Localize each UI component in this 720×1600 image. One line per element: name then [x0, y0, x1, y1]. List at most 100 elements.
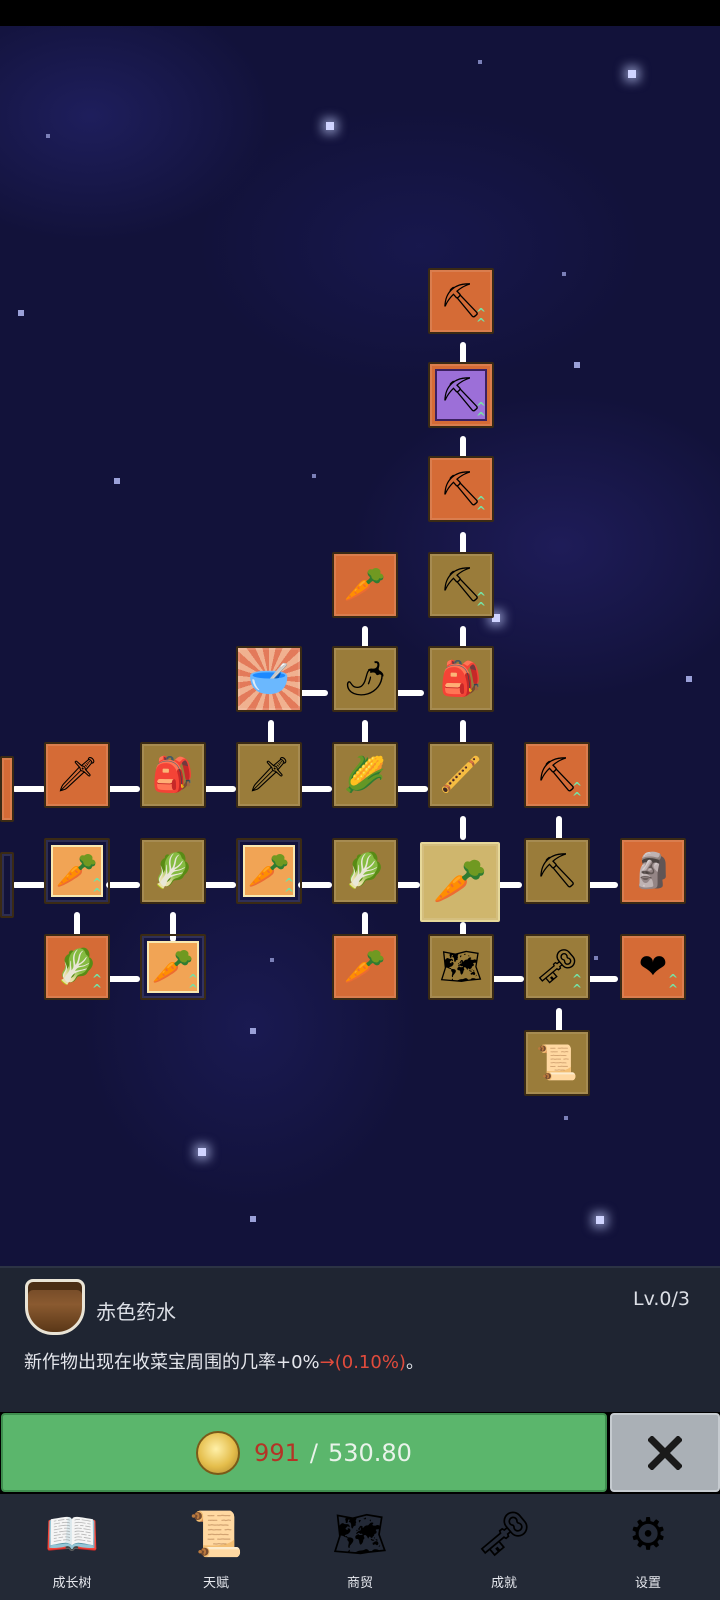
- corn-node[interactable]: 🌽: [332, 742, 398, 808]
- skill-tree-canvas[interactable]: ⛏ ^ ^ ⛏ ^ ^ ⛏ ^ ^ ⛏ ^ ^ 🥕 🥣 🌶 🎒 🗡 🎒 🗡 🌽 🪈 ⛏ ^ ^ 🥕 ^…: [0, 26, 720, 1266]
- sword-node-2[interactable]: 🗡: [236, 742, 302, 808]
- star: [596, 1216, 604, 1224]
- tree-connector: [394, 786, 428, 792]
- star: [312, 474, 316, 478]
- status-bar: [0, 0, 720, 26]
- pickaxe-node-2[interactable]: ⛏: [524, 838, 590, 904]
- shovel-node-1[interactable]: ⛏ ^ ^: [428, 268, 494, 334]
- tree-connector: [586, 976, 618, 982]
- nav-label: 成长树: [52, 1576, 92, 1591]
- backpack-icon: 🎒: [151, 755, 195, 795]
- star: [270, 958, 274, 962]
- radish-node[interactable]: 🥕: [332, 552, 398, 618]
- sword-icon: 🗡: [247, 755, 291, 795]
- upgrade-arrow-icon: ^ ^: [571, 972, 582, 996]
- parsnip-node[interactable]: 🥕: [332, 934, 398, 1000]
- star: [326, 122, 334, 130]
- nav-item-2[interactable]: 🗺 商贸: [300, 1494, 420, 1600]
- map-icon: 🗺: [439, 947, 483, 987]
- star: [594, 956, 598, 960]
- statue-icon: 🗿: [631, 851, 675, 891]
- map-node[interactable]: 🗺: [428, 934, 494, 1000]
- star: [478, 60, 482, 64]
- tree-connector: [460, 816, 466, 840]
- key-icon: 🗝: [476, 1509, 532, 1560]
- scroll-icon: 📜: [188, 1509, 244, 1560]
- pickaxe-icon: ⛏: [535, 851, 579, 891]
- backpack-node-2[interactable]: 🎒: [140, 742, 206, 808]
- nav-item-0[interactable]: 📖 成长树: [12, 1494, 132, 1600]
- cabbage-icon: 🥬: [343, 851, 387, 891]
- nav-label: 天赋: [202, 1576, 229, 1591]
- scroll-node[interactable]: 📜: [524, 1030, 590, 1096]
- tree-connector: [298, 882, 332, 888]
- sword-node-1[interactable]: 🗡: [44, 742, 110, 808]
- upgrade-arrow-icon: ^ ^: [475, 590, 486, 614]
- close-button[interactable]: [610, 1413, 720, 1492]
- tree-connector: [298, 786, 332, 792]
- tree-connector: [202, 786, 236, 792]
- backpack-icon: 🎒: [439, 659, 483, 699]
- coins-owned: 991: [254, 1438, 300, 1467]
- carrot-node-2[interactable]: 🥕 ^ ^: [236, 838, 302, 904]
- upgrade-arrow-icon: ^ ^: [91, 972, 102, 996]
- skill-name: 赤色药水: [96, 1300, 176, 1324]
- backpack-node-1[interactable]: 🎒: [428, 646, 494, 712]
- carrot-node-3[interactable]: 🥕 ^ ^: [140, 934, 206, 1000]
- star: [198, 1148, 206, 1156]
- upgrade-arrow-icon: ^ ^: [571, 780, 582, 804]
- parsnip-icon: 🥕: [343, 947, 387, 987]
- coin-icon: [196, 1430, 241, 1475]
- key-node[interactable]: 🗝 ^ ^: [524, 934, 590, 1000]
- star: [114, 478, 120, 484]
- bowl-icon: [24, 1276, 86, 1338]
- skill-node-offscreen[interactable]: [0, 852, 14, 918]
- cabbage-node-3[interactable]: 🥬 ^ ^: [44, 934, 110, 1000]
- nav-item-3[interactable]: 🗝 成就: [444, 1494, 564, 1600]
- star: [628, 70, 636, 78]
- star: [562, 272, 566, 276]
- shovel-node-rare[interactable]: ⛏ ^ ^: [428, 362, 494, 428]
- star: [46, 134, 50, 138]
- pickaxe-node-1[interactable]: ⛏ ^ ^: [524, 742, 590, 808]
- cabbage-node-1[interactable]: 🥬: [140, 838, 206, 904]
- book-icon: 📖: [44, 1509, 100, 1560]
- skill-level: Lv.0/3: [633, 1288, 690, 1310]
- nav-item-1[interactable]: 📜 天赋: [156, 1494, 276, 1600]
- tree-connector: [586, 882, 618, 888]
- skill-node-offscreen[interactable]: [0, 756, 14, 822]
- tree-connector: [106, 786, 140, 792]
- heart-icon: ❤: [638, 947, 668, 987]
- nav-label: 成就: [490, 1576, 517, 1591]
- heart-node[interactable]: ❤ ^ ^: [620, 934, 686, 1000]
- upgrade-arrow-icon: ^ ^: [475, 494, 486, 518]
- sword-icon: 🗡: [55, 755, 99, 795]
- bowl-icon: 🥣: [247, 659, 291, 699]
- carrot-node-root[interactable]: 🥕: [420, 842, 500, 922]
- star: [564, 1116, 568, 1120]
- potion-bowl-node[interactable]: 🥣: [236, 646, 302, 712]
- tree-connector: [106, 976, 140, 982]
- skill-description-text: 新作物出现在收菜宝周围的几率+0%: [24, 1352, 320, 1373]
- shovel-node-3[interactable]: ⛏ ^ ^: [428, 552, 494, 618]
- upgrade-arrow-icon: ^ ^: [475, 306, 486, 330]
- statue-node[interactable]: 🗿: [620, 838, 686, 904]
- shovel-node-2[interactable]: ⛏ ^ ^: [428, 456, 494, 522]
- flute-node[interactable]: 🪈: [428, 742, 494, 808]
- upgrade-arrow-icon: ^ ^: [187, 972, 198, 996]
- upgrade-arrow-icon: ^ ^: [283, 876, 294, 900]
- bottom-nav: 📖 成长树 📜 天赋 🗺 商贸 🗝 成就 ⚙ 设置: [0, 1494, 720, 1600]
- carrot-node-1[interactable]: 🥕 ^ ^: [44, 838, 110, 904]
- cabbage-node-2[interactable]: 🥬: [332, 838, 398, 904]
- upgrade-arrow-icon: ^ ^: [475, 400, 486, 424]
- gear-icon: ⚙: [628, 1508, 668, 1560]
- chili-node[interactable]: 🌶: [332, 646, 398, 712]
- nav-item-4[interactable]: ⚙ 设置: [588, 1494, 708, 1600]
- skill-next-value: →(0.10%): [319, 1352, 406, 1373]
- skill-info-panel: 赤色药水 Lv.0/3 新作物出现在收菜宝周围的几率+0%→(0.10%)。: [0, 1266, 720, 1412]
- tree-connector: [202, 882, 236, 888]
- upgrade-button[interactable]: 991 / 530.80: [1, 1413, 607, 1492]
- flute-icon: 🪈: [439, 755, 483, 795]
- chili-icon: 🌶: [343, 659, 387, 699]
- carrot-icon: 🥕: [432, 856, 488, 907]
